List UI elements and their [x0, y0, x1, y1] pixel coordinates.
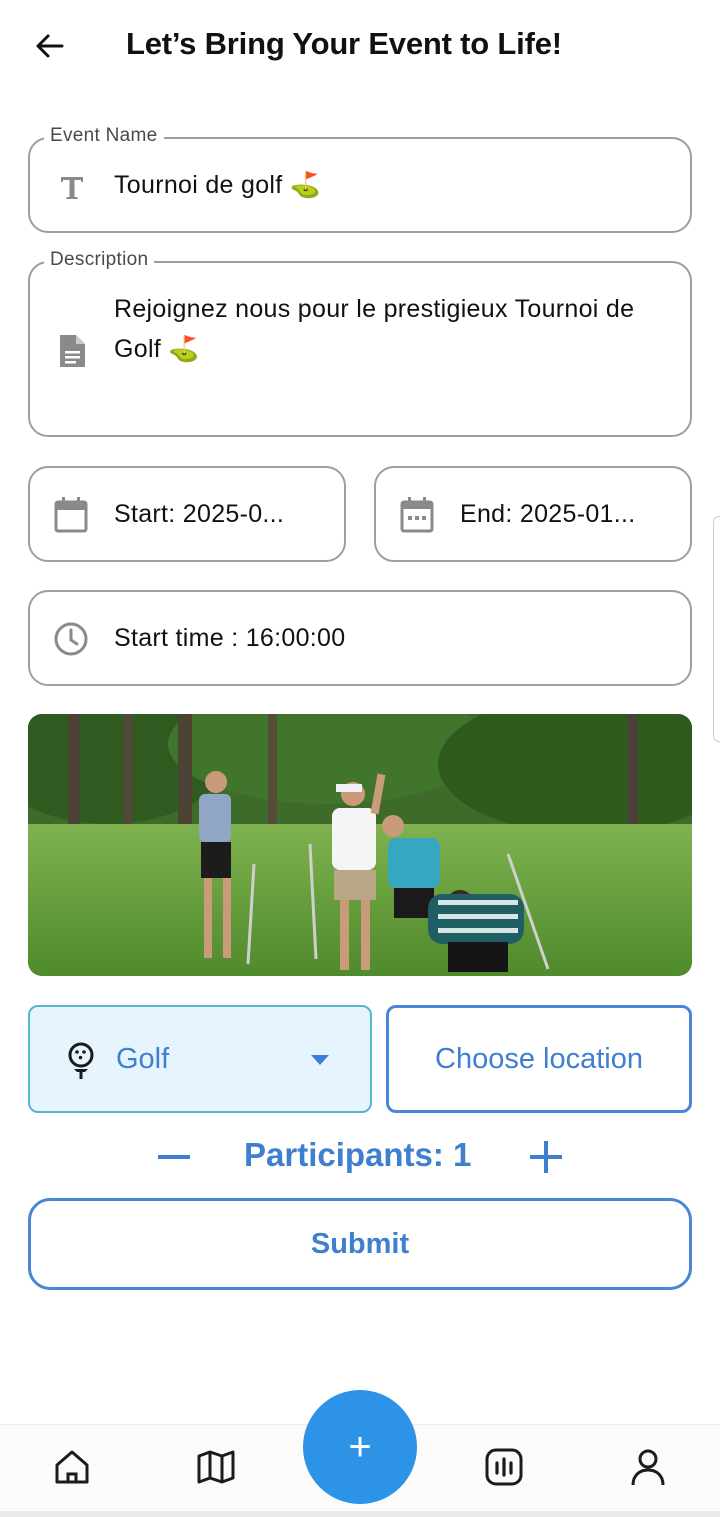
- increase-participants-button[interactable]: [522, 1133, 570, 1181]
- app-header: Let’s Bring Your Event to Life!: [0, 0, 720, 92]
- end-date-field[interactable]: End: 2025-01...: [374, 466, 692, 562]
- description-label: Description: [44, 249, 155, 271]
- plus-icon: +: [348, 1425, 372, 1469]
- arrow-left-icon: [36, 34, 64, 58]
- bottom-divider: [0, 1511, 720, 1517]
- sport-dropdown[interactable]: Golf: [28, 1005, 372, 1113]
- choose-location-button[interactable]: Choose location: [386, 1005, 692, 1113]
- caret-down-icon: [308, 1051, 332, 1069]
- event-name-field[interactable]: Event Name Tournoi de golf ⛳: [28, 125, 692, 233]
- participants-count: Participants: 1: [244, 1136, 472, 1173]
- start-time-text: Start time : 16:00:00: [114, 624, 346, 652]
- golf-ball-icon: [64, 1041, 98, 1081]
- clock-icon: [52, 620, 90, 658]
- page-title: Let’s Bring Your Event to Life!: [126, 26, 562, 61]
- end-date-text: End: 2025-01...: [460, 500, 636, 528]
- minus-icon: [158, 1155, 190, 1159]
- event-image[interactable]: [28, 714, 692, 976]
- calendar-icon: [398, 496, 436, 534]
- nav-home[interactable]: [48, 1443, 96, 1491]
- back-button[interactable]: [30, 26, 70, 66]
- nav-profile[interactable]: [624, 1443, 672, 1491]
- add-event-fab[interactable]: +: [303, 1390, 417, 1504]
- map-icon: [197, 1450, 235, 1484]
- document-icon: [54, 331, 90, 371]
- home-icon: [55, 1450, 89, 1484]
- decrease-participants-button[interactable]: [150, 1133, 198, 1181]
- scroll-indicator[interactable]: [713, 516, 720, 742]
- sport-value: Golf: [116, 1043, 170, 1075]
- start-date-field[interactable]: Start: 2025-0...: [28, 466, 346, 562]
- submit-button[interactable]: Submit: [28, 1198, 692, 1290]
- plus-icon: [530, 1141, 562, 1173]
- description-input[interactable]: Rejoignez nous pour le prestigieux Tourn…: [114, 289, 674, 369]
- event-name-input[interactable]: Tournoi de golf ⛳: [114, 171, 321, 200]
- nav-map[interactable]: [192, 1443, 240, 1491]
- text-icon: [54, 169, 90, 205]
- start-time-field[interactable]: Start time : 16:00:00: [28, 590, 692, 686]
- start-date-text: Start: 2025-0...: [114, 500, 285, 528]
- description-field[interactable]: Description Rejoignez nous pour le prest…: [28, 249, 692, 437]
- stats-icon: [485, 1448, 523, 1486]
- calendar-icon: [52, 496, 90, 534]
- event-name-label: Event Name: [44, 125, 164, 147]
- nav-stats[interactable]: [480, 1443, 528, 1491]
- user-icon: [631, 1449, 665, 1486]
